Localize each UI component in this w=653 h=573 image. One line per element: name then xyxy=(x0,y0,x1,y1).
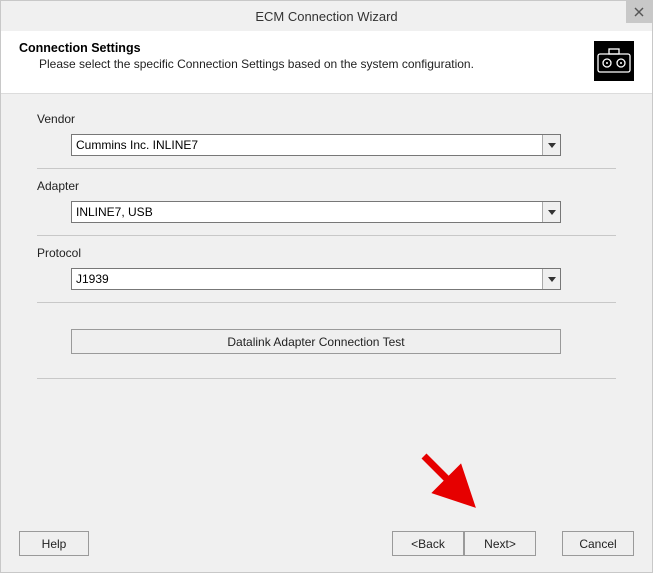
vendor-select[interactable]: Cummins Inc. INLINE7 xyxy=(71,134,561,156)
adapter-label: Adapter xyxy=(37,179,616,193)
window-title: ECM Connection Wizard xyxy=(255,9,397,24)
close-button[interactable] xyxy=(626,1,652,23)
protocol-label: Protocol xyxy=(37,246,616,260)
content-area: Vendor Cummins Inc. INLINE7 Adapter INLI… xyxy=(1,94,652,521)
nav-button-group: <Back Next> xyxy=(392,531,536,556)
footer: Help <Back Next> Cancel xyxy=(1,521,652,572)
vendor-group: Vendor Cummins Inc. INLINE7 xyxy=(37,112,616,169)
back-button[interactable]: <Back xyxy=(392,531,464,556)
adapter-group: Adapter INLINE7, USB xyxy=(37,179,616,236)
header-text: Connection Settings Please select the sp… xyxy=(19,41,584,71)
ecm-icon xyxy=(594,41,634,81)
adapter-select[interactable]: INLINE7, USB xyxy=(71,201,561,223)
header-subtitle: Please select the specific Connection Se… xyxy=(39,57,584,71)
protocol-select[interactable]: J1939 xyxy=(71,268,561,290)
header-panel: Connection Settings Please select the sp… xyxy=(1,31,652,94)
datalink-test-button[interactable]: Datalink Adapter Connection Test xyxy=(71,329,561,354)
protocol-value: J1939 xyxy=(76,272,109,286)
test-button-section: Datalink Adapter Connection Test xyxy=(37,329,616,379)
cancel-button[interactable]: Cancel xyxy=(562,531,634,556)
protocol-group: Protocol J1939 xyxy=(37,246,616,303)
titlebar: ECM Connection Wizard xyxy=(1,1,652,31)
vendor-label: Vendor xyxy=(37,112,616,126)
close-icon xyxy=(634,7,644,17)
header-title: Connection Settings xyxy=(19,41,584,55)
wizard-window: ECM Connection Wizard Connection Setting… xyxy=(0,0,653,573)
vendor-value: Cummins Inc. INLINE7 xyxy=(76,138,198,152)
next-button[interactable]: Next> xyxy=(464,531,536,556)
adapter-value: INLINE7, USB xyxy=(76,205,153,219)
help-button[interactable]: Help xyxy=(19,531,89,556)
